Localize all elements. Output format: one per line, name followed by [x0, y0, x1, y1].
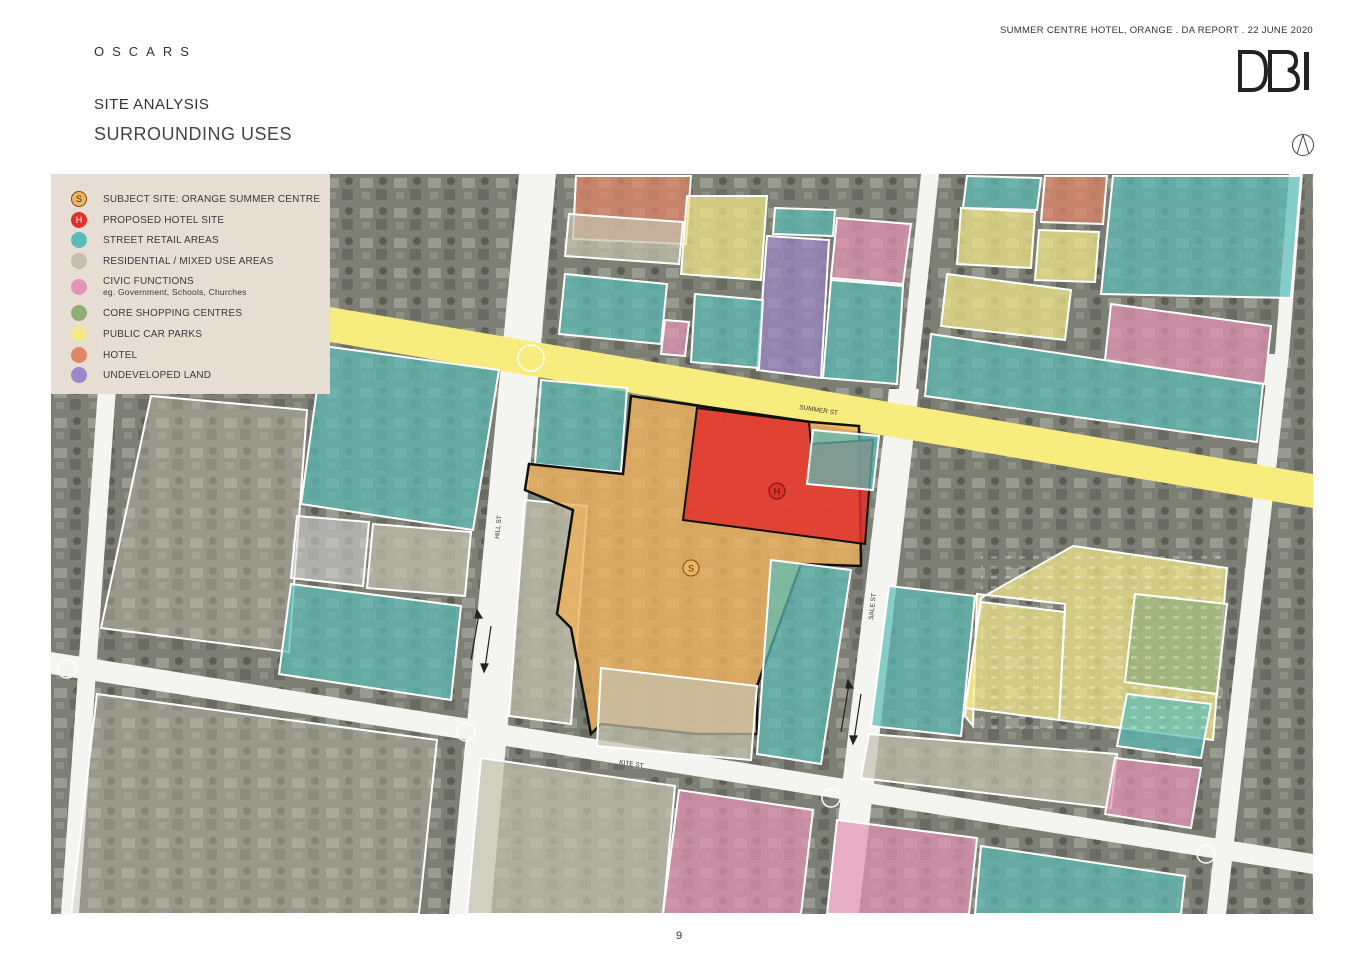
- legend-item-civic: CIVIC FUNCTIONS eg. Government, Schools,…: [71, 275, 247, 299]
- legend-item-subject-site: S SUBJECT SITE: ORANGE SUMMER CENTRE: [71, 190, 320, 208]
- report-title: SUMMER CENTRE HOTEL, ORANGE . DA REPORT …: [999, 25, 1313, 36]
- legend-label-civic-text: CIVIC FUNCTIONS: [103, 276, 194, 287]
- legend-sublabel-civic: eg. Government, Schools, Churches: [103, 287, 247, 297]
- legend-label-shopping: CORE SHOPPING CENTRES: [103, 307, 243, 319]
- parcel-retail-5: [961, 174, 1043, 212]
- parcel-retail-11: [805, 428, 881, 492]
- parcel-undeveloped-1: [755, 234, 831, 380]
- legend-swatch-subject-site: S: [71, 191, 87, 207]
- legend-item-shopping: CORE SHOPPING CENTRES: [71, 304, 242, 322]
- legend-swatch-residential: [71, 253, 87, 269]
- parcel-retail-10: [533, 378, 629, 474]
- legend-item-undeveloped: UNDEVELOPED LAND: [71, 366, 211, 384]
- parcel-retail-13: [869, 584, 977, 738]
- legend-swatch-carparks: [71, 326, 87, 342]
- legend-item-hotel-site: H PROPOSED HOTEL SITE: [71, 211, 224, 229]
- legend-item-residential: RESIDENTIAL / MIXED USE AREAS: [71, 252, 273, 270]
- parcel-carpark-2: [955, 206, 1037, 270]
- section-subheading: SURROUNDING USES: [94, 124, 293, 144]
- subject-site-marker-label: S: [688, 564, 694, 574]
- legend-swatch-shopping: [71, 305, 87, 321]
- hotel-site-marker-label: H: [774, 487, 781, 497]
- brand-name: OSCARS: [94, 44, 197, 59]
- parcel-residential-3: [365, 522, 473, 598]
- parcel-civic-2: [659, 318, 691, 358]
- parcel-retail-3: [689, 292, 765, 370]
- legend-swatch-undeveloped: [71, 367, 87, 383]
- page-number: 9: [676, 930, 683, 942]
- map-legend: S SUBJECT SITE: ORANGE SUMMER CENTRE H P…: [51, 174, 330, 394]
- parcel-hotel-2: [1039, 175, 1109, 226]
- parcel-civic-6: [825, 818, 979, 914]
- parcel-retail-8: [299, 344, 501, 532]
- legend-label-hotel-site: PROPOSED HOTEL SITE: [103, 214, 225, 226]
- parcel-residential-8: [465, 756, 677, 914]
- legend-swatch-hotel-site: H: [71, 212, 87, 228]
- legend-label-residential: RESIDENTIAL / MIXED USE AREAS: [103, 255, 274, 267]
- legend-label-carparks: PUBLIC CAR PARKS: [103, 328, 203, 340]
- parcel-retail-4: [821, 278, 905, 386]
- legend-label-civic: CIVIC FUNCTIONS eg. Government, Schools,…: [103, 276, 247, 298]
- parcel-retail-6: [1099, 175, 1303, 300]
- north-arrow-icon: [1292, 134, 1314, 156]
- legend-label-hotel: HOTEL: [103, 349, 138, 361]
- parcel-carpark-1: [679, 195, 769, 282]
- legend-label-street-retail: STREET RETAIL AREAS: [103, 234, 219, 246]
- parcel-retail-1: [771, 206, 837, 238]
- carpark-texture: [981, 554, 1221, 734]
- parcel-residential-1: [563, 212, 685, 266]
- legend-swatch-hotel: [71, 347, 87, 363]
- parcel-civic-1: [829, 216, 913, 286]
- legend-swatch-street-retail: [71, 232, 87, 248]
- legend-label-subject-site: SUBJECT SITE: ORANGE SUMMER CENTRE: [103, 193, 321, 205]
- parcel-civic-5: [661, 788, 815, 914]
- parcel-vacant-lot: [289, 514, 371, 588]
- legend-label-undeveloped: UNDEVELOPED LAND: [103, 369, 212, 381]
- parcel-carpark-3: [1033, 228, 1101, 284]
- legend-item-street-retail: STREET RETAIL AREAS: [71, 231, 219, 249]
- section-heading: SITE ANALYSIS: [94, 96, 210, 113]
- dbi-logo: [1238, 50, 1309, 92]
- parcel-retail-2: [557, 272, 669, 346]
- legend-swatch-civic: [71, 279, 87, 295]
- legend-item-carparks: PUBLIC CAR PARKS: [71, 325, 202, 343]
- legend-item-hotel: HOTEL: [71, 346, 137, 364]
